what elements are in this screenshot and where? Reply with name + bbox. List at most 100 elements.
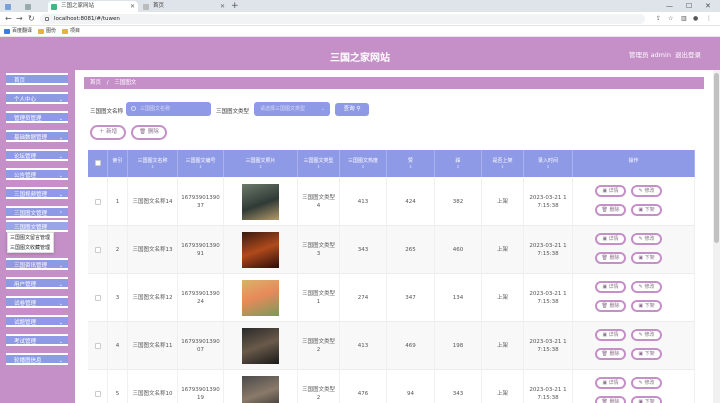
sort-icon[interactable]: ⇕ (524, 164, 572, 170)
sidebar-item[interactable]: 首页 (6, 73, 68, 85)
select-all-checkbox[interactable] (95, 160, 101, 166)
sidebar-item[interactable]: 个人中心 ⌄ (6, 92, 68, 104)
profile-icon[interactable]: ● (693, 15, 698, 23)
sidebar-item[interactable]: 三国图文管理 ⌃ (6, 206, 68, 218)
detail-button[interactable]: ▣ 详情 (595, 329, 626, 341)
down-button[interactable]: ▣ 下架 (631, 300, 662, 312)
delete-button[interactable]: 🗑 删除 (595, 300, 626, 312)
row-checkbox[interactable] (95, 391, 101, 397)
menu-icon[interactable]: ⋮ (706, 15, 712, 23)
column-header[interactable]: 索引 (108, 150, 128, 177)
thumbnail-image[interactable] (242, 328, 279, 364)
column-header[interactable]: 录入时间 ⇕ (524, 150, 573, 177)
sort-icon[interactable]: ⇕ (435, 164, 481, 170)
edit-button[interactable]: ✎ 修改 (631, 377, 662, 389)
scrollbar[interactable] (713, 70, 720, 403)
column-header[interactable]: 三国图文名称 ⇕ (128, 150, 178, 177)
bookmark-item[interactable]: 图份 (38, 27, 56, 36)
sidebar-item[interactable]: 试卷管理 ⌄ (6, 296, 68, 308)
thumbnail-image[interactable] (242, 232, 279, 268)
detail-button[interactable]: ▣ 详情 (595, 377, 626, 389)
down-button[interactable]: ▣ 下架 (631, 396, 662, 403)
column-header[interactable]: 是否上架 ⇕ (482, 150, 524, 177)
delete-button[interactable]: 🗑 删除 (595, 348, 626, 360)
sidebar-item[interactable]: 试题管理 ⌄ (6, 315, 68, 327)
share-icon[interactable]: ⇪ (656, 15, 661, 23)
row-checkbox[interactable] (95, 199, 101, 205)
forward-icon[interactable]: → (16, 13, 23, 25)
column-header[interactable]: 三国图文编号 ⇕ (178, 150, 224, 177)
row-checkbox[interactable] (95, 247, 101, 253)
name-filter-input[interactable]: 三国图文名称 (126, 102, 211, 116)
add-button[interactable]: ＋ 新增 (90, 125, 126, 140)
down-button[interactable]: ▣ 下架 (631, 348, 662, 360)
thumbnail-image[interactable] (242, 280, 279, 316)
column-header[interactable]: 踩 ⇕ (435, 150, 482, 177)
sidebar-item[interactable]: 三国视频管理 ⌄ (6, 187, 68, 199)
type-filter-select[interactable]: 请选择三国图文类型 ⌄ (254, 102, 330, 116)
url-field[interactable]: localhost:8081/#/tuwen (40, 14, 645, 24)
submenu-item-favorites[interactable]: 三国图文收藏管理 (10, 244, 54, 253)
delete-button[interactable]: 🗑 删除 (131, 125, 167, 140)
sidebar-item[interactable]: 考试管理 ⌄ (6, 334, 68, 346)
down-button[interactable]: ▣ 下架 (631, 204, 662, 216)
sort-icon[interactable]: ⇕ (178, 164, 223, 170)
delete-button[interactable]: 🗑 删除 (595, 204, 626, 216)
minimize-icon[interactable]: — (666, 0, 673, 12)
down-button[interactable]: ▣ 下架 (631, 252, 662, 264)
sidebar-item[interactable]: 三国资讯管理 ⌄ (6, 258, 68, 270)
sidebar-item[interactable]: 基础数据管理 ⌄ (6, 130, 68, 142)
sort-icon[interactable]: ⇕ (387, 164, 434, 170)
star-icon[interactable]: ☆ (668, 15, 673, 23)
query-button[interactable]: 查询 ⚲ (335, 103, 369, 116)
column-header[interactable]: 三国图文照片 ⇕ (224, 150, 298, 177)
sidebar-item[interactable]: 轮播图信息 ⌄ (6, 353, 68, 365)
submenu-item-comments[interactable]: 三国图文留言管理 (10, 234, 54, 243)
row-checkbox[interactable] (95, 295, 101, 301)
edit-button[interactable]: ✎ 修改 (631, 185, 662, 197)
bookmark-item[interactable]: 百度翻译 (4, 27, 32, 36)
thumbnail-image[interactable] (242, 376, 279, 403)
close-tab-icon[interactable]: ✕ (130, 1, 135, 12)
edit-button[interactable]: ✎ 修改 (631, 233, 662, 245)
close-window-icon[interactable]: ✕ (705, 0, 711, 12)
maximize-icon[interactable]: ☐ (686, 0, 692, 12)
column-header[interactable]: 三国图文类型 ⇕ (298, 150, 340, 177)
sidebar-item[interactable]: 用户管理 ⌄ (6, 277, 68, 289)
sort-icon[interactable]: ⇕ (298, 164, 339, 170)
sort-icon[interactable]: ⇕ (482, 164, 523, 170)
scrollbar-thumb[interactable] (714, 73, 719, 243)
new-tab-icon[interactable]: + (231, 0, 239, 12)
back-icon[interactable]: ← (5, 13, 12, 25)
sidepanel-icon[interactable]: ▥ (681, 15, 687, 23)
edit-button[interactable]: ✎ 修改 (631, 281, 662, 293)
sidebar-item[interactable]: 管理员管理 ⌄ (6, 111, 68, 123)
detail-button[interactable]: ▣ 详情 (595, 281, 626, 293)
sort-icon[interactable]: ⇕ (224, 164, 297, 170)
sidebar-item[interactable]: 公告管理 ⌄ (6, 168, 68, 180)
detail-button[interactable]: ▣ 详情 (595, 233, 626, 245)
thumbnail-image[interactable] (242, 184, 279, 220)
bookmark-item[interactable]: 项目 (62, 27, 80, 36)
cell-name: 三国图文名称12 (128, 274, 178, 322)
delete-button[interactable]: 🗑 删除 (595, 396, 626, 403)
reload-icon[interactable]: ↻ (28, 13, 35, 25)
edit-button[interactable]: ✎ 修改 (631, 329, 662, 341)
column-header[interactable]: 操作 (573, 150, 695, 177)
browser-tab-home[interactable]: 首页 ✕ (140, 1, 228, 12)
column-header[interactable]: 赞 ⇕ (387, 150, 435, 177)
row-checkbox[interactable] (95, 343, 101, 349)
sidebar-item[interactable]: 三国图文管理 (6, 220, 68, 232)
close-tab-icon[interactable]: ✕ (220, 1, 225, 12)
sort-icon[interactable]: ⇕ (128, 164, 177, 170)
browser-tab-2[interactable] (22, 1, 36, 12)
column-header[interactable]: 三国图文热度 ⇕ (340, 150, 387, 177)
breadcrumb-home[interactable]: 首页 (90, 80, 101, 86)
delete-button[interactable]: 🗑 删除 (595, 252, 626, 264)
sort-icon[interactable]: ⇕ (340, 164, 386, 170)
browser-tab-1[interactable] (2, 1, 22, 12)
sidebar-item[interactable]: 论坛管理 ⌄ (6, 149, 68, 161)
browser-tab-active[interactable]: 三国之家网站 ✕ (48, 1, 138, 12)
logout-link[interactable]: 退出登录 (675, 49, 701, 59)
detail-button[interactable]: ▣ 详情 (595, 185, 626, 197)
